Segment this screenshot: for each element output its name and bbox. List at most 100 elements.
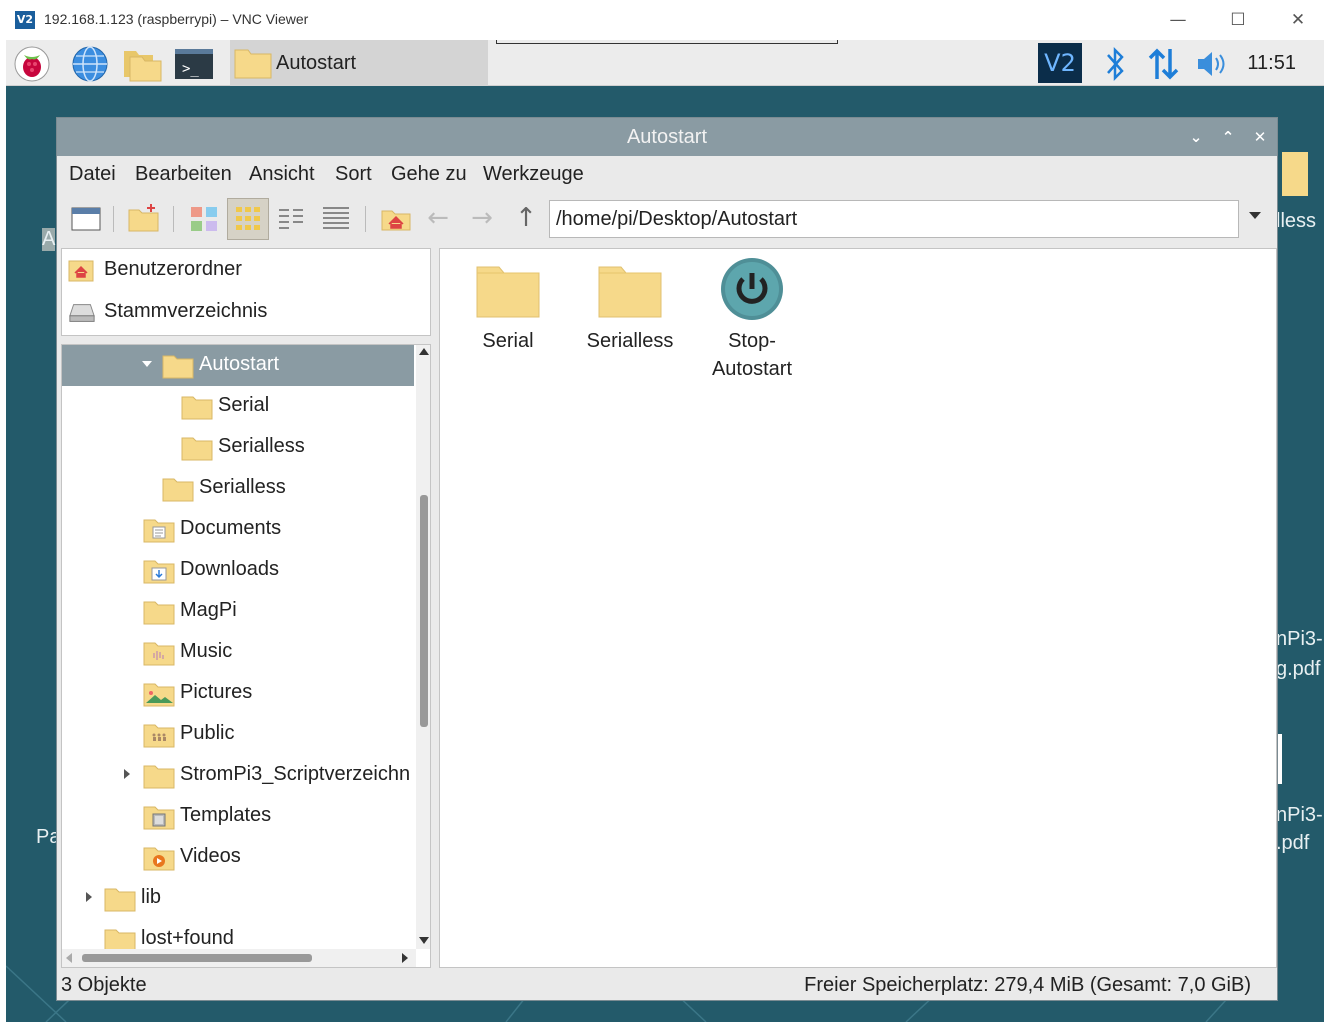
collapse-arrow-icon[interactable] <box>142 361 152 367</box>
place-benutzerordner[interactable]: Benutzerordner <box>68 250 424 290</box>
vnc-tray-icon[interactable]: V2 <box>1038 43 1082 83</box>
desktop-folder-icon[interactable] <box>1282 152 1308 196</box>
tree-node-label: Pictures <box>180 681 253 703</box>
menu-gehe-zu[interactable]: Gehe zu <box>391 163 467 186</box>
vnc-close-button[interactable]: ✕ <box>1278 5 1318 35</box>
volume-icon[interactable] <box>1194 45 1234 83</box>
menu-werkzeuge[interactable]: Werkzeuge <box>483 163 584 186</box>
folder-icon <box>143 765 175 789</box>
scroll-up-arrow-icon[interactable] <box>419 348 429 355</box>
place-stammverzeichnis[interactable]: Stammverzeichnis <box>68 292 424 332</box>
tree-node-label: Serial <box>218 394 270 416</box>
tree-node-templates[interactable]: Templates <box>62 796 414 837</box>
home-button[interactable] <box>379 202 413 236</box>
tree-node-lib[interactable]: lib <box>62 878 414 919</box>
vnc-minimize-button[interactable]: — <box>1158 5 1198 35</box>
tree-node-label: StromPi3_Scriptverzeichn <box>180 763 411 785</box>
tree-node-public[interactable]: Public <box>62 714 414 755</box>
taskbar-task-autostart[interactable]: Autostart <box>230 40 488 86</box>
tree-horizontal-scroll-thumb[interactable] <box>82 954 312 962</box>
list-view-button[interactable] <box>319 202 353 236</box>
file-view[interactable]: Serial Serialless Stop- Autostart <box>439 248 1277 968</box>
tree-node-serialless[interactable]: Serialless <box>62 427 414 468</box>
tree-node-label: Autostart <box>199 353 280 375</box>
new-window-icon <box>71 207 101 231</box>
desktop-label[interactable]: nPi3- <box>1276 804 1323 827</box>
tree-node-label: MagPi <box>180 599 237 621</box>
new-window-button[interactable] <box>69 202 103 236</box>
pictures-folder-icon <box>143 683 175 707</box>
file-item-serialless[interactable]: Serialless <box>574 257 686 355</box>
thumbnail-view-button[interactable] <box>187 202 221 236</box>
up-arrow-icon[interactable]: ↑ <box>509 202 543 236</box>
tree-node-videos[interactable]: Videos <box>62 837 414 878</box>
scroll-down-arrow-icon[interactable] <box>419 937 429 944</box>
tree-node-documents[interactable]: Documents <box>62 509 414 550</box>
back-arrow-icon[interactable]: ← <box>421 202 455 236</box>
folder-icon <box>143 601 175 625</box>
desktop-label[interactable]: nPi3- <box>1276 628 1323 651</box>
web-browser-icon[interactable] <box>70 45 110 83</box>
tree-node-music[interactable]: Music <box>62 632 414 673</box>
documents-folder-icon <box>143 519 175 543</box>
vnc-maximize-button[interactable]: ☐ <box>1218 5 1258 35</box>
folder-icon <box>598 266 662 318</box>
file-item-serial[interactable]: Serial <box>452 257 564 355</box>
vnc-window-title: 192.168.1.123 (raspberrypi) – VNC Viewer <box>44 11 309 27</box>
menu-datei[interactable]: Datei <box>69 163 116 186</box>
terminal-icon[interactable]: >_ <box>174 45 214 83</box>
home-icon <box>381 210 411 231</box>
path-dropdown-icon[interactable] <box>1249 212 1261 219</box>
tree-node-strompi3[interactable]: StromPi3_Scriptverzeichn <box>62 755 414 796</box>
desktop-label[interactable]: .pdf <box>1276 832 1309 855</box>
tree-node-serial[interactable]: Serial <box>62 386 414 427</box>
file-item-stop-autostart[interactable]: Stop- Autostart <box>696 257 808 383</box>
tree-node-magpi[interactable]: MagPi <box>62 591 414 632</box>
tree-node-downloads[interactable]: Downloads <box>62 550 414 591</box>
desktop-label[interactable]: g.pdf <box>1276 658 1320 681</box>
file-manager-icon[interactable] <box>122 45 162 83</box>
tree-vertical-scrollbar[interactable] <box>416 345 430 949</box>
network-icon[interactable] <box>1146 45 1186 83</box>
list-view-icon <box>323 207 349 229</box>
compact-view-button[interactable] <box>275 202 309 236</box>
desktop-file-icon[interactable] <box>1278 734 1282 784</box>
scroll-left-arrow-icon[interactable] <box>66 953 72 963</box>
window-titlebar[interactable]: Autostart <box>57 118 1277 156</box>
window-minimize-button[interactable]: ⌄ <box>1185 126 1207 148</box>
compact-view-icon <box>279 209 303 229</box>
desktop-label[interactable]: A <box>42 228 56 251</box>
tree-node-label: Downloads <box>180 558 279 580</box>
home-icon <box>68 260 94 282</box>
icon-view-button[interactable] <box>227 198 269 240</box>
expand-arrow-icon[interactable] <box>86 892 92 902</box>
new-folder-icon <box>128 204 159 232</box>
raspberry-menu-icon[interactable] <box>12 45 52 83</box>
tree-node-pictures[interactable]: Pictures <box>62 673 414 714</box>
forward-arrow-icon[interactable]: → <box>465 202 499 236</box>
menu-bearbeiten[interactable]: Bearbeiten <box>135 163 232 186</box>
public-folder-icon <box>143 724 175 748</box>
vnc-logo-icon: V2 <box>15 11 35 29</box>
tree-node-serialless[interactable]: Serialless <box>62 468 414 509</box>
path-input[interactable]: /home/pi/Desktop/Autostart <box>549 200 1239 238</box>
tree-node-autostart[interactable]: Autostart <box>62 345 414 386</box>
window-maximize-button[interactable]: ⌃ <box>1217 126 1239 148</box>
desktop-label[interactable]: lless <box>1276 210 1316 233</box>
drive-icon <box>69 304 95 322</box>
folder-icon <box>234 49 272 79</box>
scroll-right-arrow-icon[interactable] <box>402 953 408 963</box>
tree-node-label: Videos <box>180 845 241 867</box>
bluetooth-icon[interactable] <box>1100 45 1140 83</box>
folder-icon <box>181 396 213 420</box>
tree-horizontal-scrollbar[interactable] <box>62 949 416 967</box>
window-close-button[interactable]: ✕ <box>1249 126 1271 148</box>
new-folder-button[interactable] <box>127 202 161 236</box>
menu-ansicht[interactable]: Ansicht <box>249 163 315 186</box>
menu-sort[interactable]: Sort <box>335 163 372 186</box>
file-item-label-line2: Autostart <box>711 358 793 380</box>
power-icon <box>721 258 783 320</box>
expand-arrow-icon[interactable] <box>124 769 130 779</box>
places-pane: Benutzerordner Stammverzeichnis <box>61 248 431 336</box>
tree-vertical-scroll-thumb[interactable] <box>420 495 428 727</box>
